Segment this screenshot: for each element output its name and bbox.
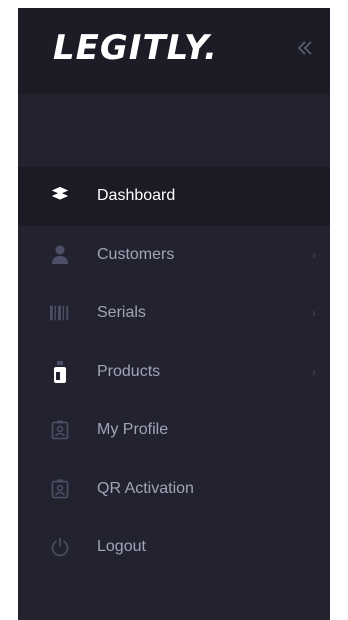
chevron-right-icon: › xyxy=(312,364,316,379)
sidebar-item-label: My Profile xyxy=(97,421,169,439)
id-badge-icon xyxy=(50,420,70,440)
sidebar-item-label: QR Activation xyxy=(97,479,194,497)
sidebar-nav: Dashboard Customers › Serials › Products… xyxy=(18,167,330,577)
brand-header: LEGITLY. xyxy=(18,8,330,94)
id-badge-icon xyxy=(50,479,70,499)
barcode-icon xyxy=(50,303,70,323)
double-chevron-left-icon[interactable] xyxy=(294,37,316,59)
sidebar-item-products[interactable]: Products › xyxy=(18,343,330,402)
sidebar-item-my-profile[interactable]: My Profile xyxy=(18,401,330,460)
power-icon xyxy=(50,537,70,557)
sidebar-item-label: Dashboard xyxy=(97,187,176,205)
sidebar-item-label: Serials xyxy=(97,304,146,322)
sidebar-item-customers[interactable]: Customers › xyxy=(18,226,330,285)
sidebar-item-dashboard[interactable]: Dashboard xyxy=(18,167,330,226)
sidebar-item-logout[interactable]: Logout xyxy=(18,518,330,577)
logo[interactable]: LEGITLY. xyxy=(53,28,218,68)
sidebar-item-qr-activation[interactable]: QR Activation xyxy=(18,460,330,519)
sidebar: LEGITLY. Dashboard Customers › Serials ›… xyxy=(18,8,330,620)
sidebar-item-label: Products xyxy=(97,362,161,380)
sidebar-item-label: Customers xyxy=(97,245,175,263)
sidebar-item-label: Logout xyxy=(97,538,146,556)
layers-icon xyxy=(50,186,70,206)
sidebar-item-serials[interactable]: Serials › xyxy=(18,284,330,343)
chevron-right-icon: › xyxy=(312,247,316,262)
chevron-right-icon: › xyxy=(312,306,316,321)
user-icon xyxy=(50,245,70,265)
bottle-icon xyxy=(50,360,70,383)
